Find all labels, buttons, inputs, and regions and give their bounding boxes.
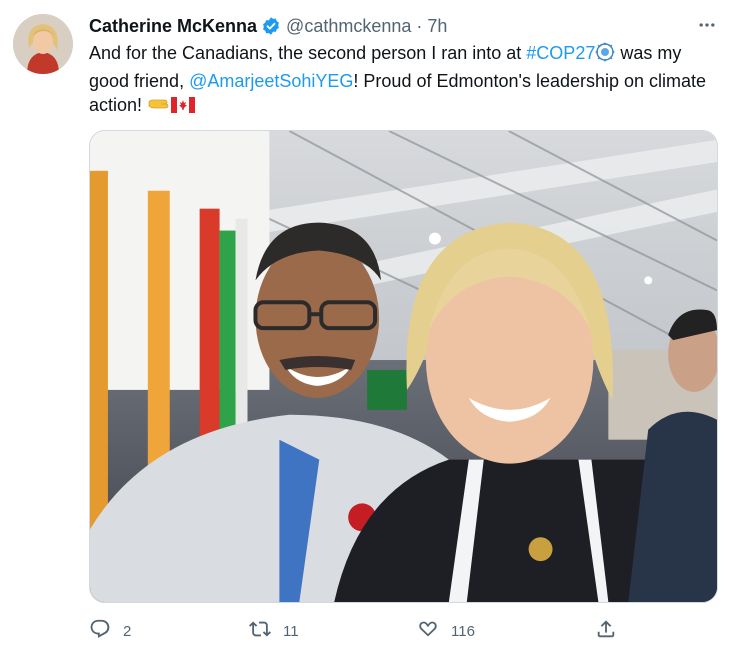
separator-dot: · <box>416 15 423 36</box>
hashtag-link[interactable]: #COP27 <box>526 43 595 63</box>
cop-globe-emoji <box>595 42 615 69</box>
avatar-image <box>13 14 73 74</box>
tweet-photo[interactable] <box>89 130 718 603</box>
timestamp[interactable]: 7h <box>427 16 447 37</box>
retweet-button[interactable]: 11 <box>249 618 299 644</box>
like-button[interactable]: 116 <box>417 618 475 644</box>
share-button[interactable] <box>595 618 617 644</box>
tweet-actions: 2 11 116 <box>89 618 629 644</box>
retweet-count: 11 <box>283 622 299 640</box>
tweet-text: And for the Canadians, the second person… <box>89 41 715 121</box>
handle[interactable]: @cathmckenna <box>286 16 411 37</box>
like-icon <box>417 618 439 644</box>
canada-flag-emoji <box>171 96 196 121</box>
reply-count: 2 <box>123 622 132 640</box>
display-name[interactable]: Catherine McKenna <box>89 16 257 37</box>
reply-icon <box>89 618 111 644</box>
text-part-1: And for the Canadians, the second person… <box>89 43 527 63</box>
clap-hand-emoji <box>147 94 171 121</box>
verified-icon <box>261 16 281 36</box>
mention-link[interactable]: @AmarjeetSohiYEG <box>189 71 353 91</box>
reply-button[interactable]: 2 <box>89 618 131 644</box>
like-count: 116 <box>451 622 475 640</box>
share-icon <box>595 618 617 644</box>
tweet-header: Catherine McKenna @cathmckenna · 7h <box>89 14 447 38</box>
retweet-icon <box>249 618 271 644</box>
avatar[interactable] <box>13 14 73 74</box>
photo-image <box>90 131 717 602</box>
tweet-card[interactable]: Catherine McKenna @cathmckenna · 7h And … <box>0 0 734 649</box>
more-icon[interactable] <box>696 14 718 36</box>
